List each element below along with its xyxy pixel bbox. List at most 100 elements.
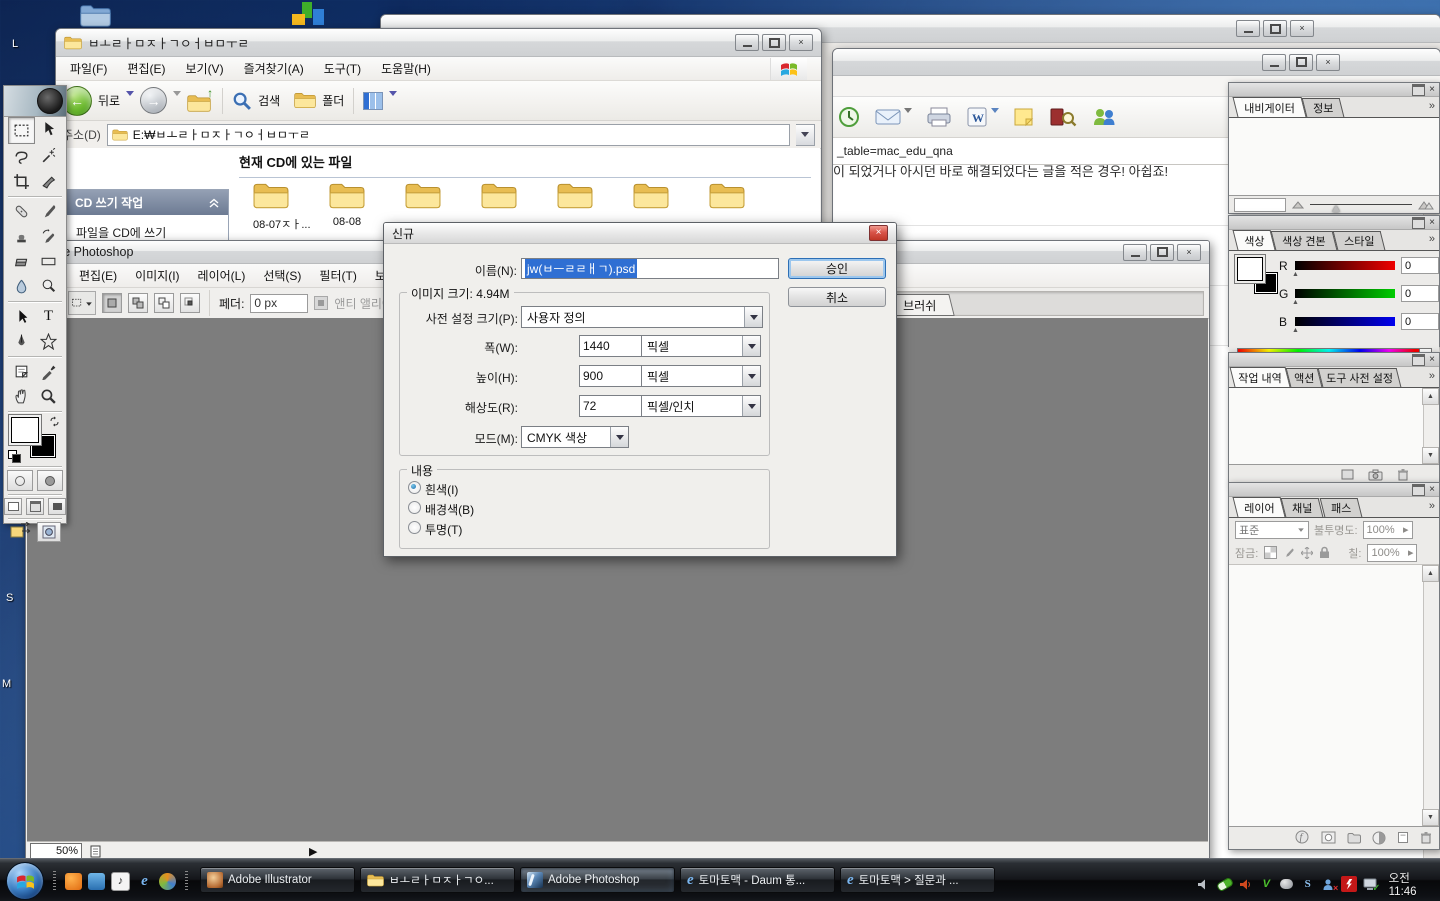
taskbar-button-ie1[interactable]: e 토마토맥 - Daum 통...: [680, 867, 835, 893]
chevron-down-icon[interactable]: [744, 307, 762, 327]
quick-launch-handle[interactable]: [53, 871, 56, 891]
palette-menu-icon[interactable]: »: [1429, 233, 1435, 245]
scrollbar[interactable]: ▲ ▼: [1423, 565, 1439, 826]
mail-button[interactable]: [875, 107, 912, 127]
pc-status-icon[interactable]: ✓: [1362, 876, 1378, 892]
palette-titlebar[interactable]: ×: [1229, 216, 1439, 230]
red-slider[interactable]: ▲: [1295, 261, 1395, 270]
minimize-button[interactable]: [1123, 244, 1147, 261]
spinner-icon[interactable]: ▸: [1403, 523, 1409, 536]
status-expand-icon[interactable]: ▶: [309, 845, 317, 858]
tab-history[interactable]: 작업 내역: [1230, 367, 1291, 387]
palette-titlebar[interactable]: ×: [1229, 483, 1439, 497]
palette-menu-icon[interactable]: »: [1429, 370, 1435, 382]
menu-tools[interactable]: 도구(T): [324, 60, 361, 77]
blur-tool[interactable]: [8, 274, 35, 299]
minimize-button[interactable]: [1236, 20, 1260, 37]
background-color-radio[interactable]: [408, 501, 421, 514]
green-value[interactable]: 0: [1401, 285, 1439, 302]
close-icon[interactable]: ×: [1316, 54, 1340, 71]
folders-icon[interactable]: [294, 92, 316, 109]
new-document-from-state-icon[interactable]: [1341, 469, 1354, 480]
tab-layers[interactable]: 레이어: [1233, 497, 1286, 517]
address-dropdown-button[interactable]: [796, 124, 815, 146]
taskbar-clock[interactable]: 오전 11:46: [1389, 870, 1440, 898]
adjustment-layer-icon[interactable]: [1372, 831, 1386, 845]
maximize-button[interactable]: [1289, 54, 1313, 71]
clone-stamp-tool[interactable]: [8, 224, 35, 249]
intersect-selection-button[interactable]: [180, 293, 200, 313]
music-player-icon[interactable]: ♪: [111, 872, 130, 891]
palette-titlebar[interactable]: ×: [1229, 83, 1439, 97]
width-input[interactable]: 1440: [579, 335, 642, 357]
close-icon[interactable]: ×: [1429, 218, 1435, 228]
edit-in-imageready-button[interactable]: [9, 522, 33, 541]
lock-move-icon[interactable]: [1301, 547, 1313, 559]
document-info-icon[interactable]: [90, 845, 101, 858]
history-brush-tool[interactable]: [35, 224, 62, 249]
taskbar-button-folder[interactable]: ㅂㅗㄹㅏㅁㅈㅏㄱㅇ...: [360, 867, 515, 893]
mode-dropdown[interactable]: CMYK 색상: [521, 426, 629, 448]
taskbar-button-photoshop[interactable]: Adobe Photoshop: [520, 867, 675, 893]
menu-select[interactable]: 선택(S): [263, 267, 301, 284]
gradient-tool[interactable]: [35, 249, 62, 274]
slider-thumb[interactable]: ▲: [1292, 327, 1299, 334]
screen-mode-full-button[interactable]: [48, 498, 66, 515]
transparent-radio-label[interactable]: 투명(T): [425, 521, 462, 538]
zoom-out-icon[interactable]: [1292, 200, 1304, 209]
crop-tool[interactable]: [8, 169, 35, 194]
height-unit-dropdown[interactable]: 픽셀: [641, 365, 761, 387]
layer-group-icon[interactable]: [1347, 832, 1361, 844]
screen-mode-fullbar-button[interactable]: [26, 498, 44, 515]
zoom-in-icon[interactable]: [1418, 199, 1434, 210]
scroll-up-icon[interactable]: ▲: [1422, 565, 1439, 582]
alert-lightning-icon[interactable]: [1341, 876, 1357, 892]
address-input[interactable]: E:₩ㅂㅗㄹㅏㅁㅈㅏㄱㅇㅓㅂㅁㅜㄹ: [107, 124, 790, 146]
desktop-folder-icon[interactable]: [78, 4, 113, 28]
zoom-level-field[interactable]: 50%: [30, 843, 82, 859]
ok-button[interactable]: 승인: [788, 258, 886, 279]
subtract-selection-button[interactable]: [154, 293, 174, 313]
navigator-zoom-slider[interactable]: [1310, 199, 1412, 211]
close-icon[interactable]: ×: [1177, 244, 1201, 261]
tab-info[interactable]: 정보: [1301, 98, 1344, 117]
navigator-zoom-field[interactable]: [1234, 198, 1286, 212]
forward-button[interactable]: →: [140, 87, 167, 114]
menu-filter[interactable]: 필터(T): [319, 267, 356, 284]
move-tool[interactable]: [35, 117, 62, 142]
healing-brush-tool[interactable]: [8, 199, 35, 224]
folder-item[interactable]: 08-07ㅈㅏ...: [253, 182, 289, 232]
menu-edit[interactable]: 편집(E): [79, 267, 117, 284]
fill-field[interactable]: 100% ▸: [1367, 544, 1417, 562]
blue-slider[interactable]: ▲: [1295, 317, 1395, 326]
width-unit-dropdown[interactable]: 픽셀: [641, 335, 761, 357]
antialias-checkbox[interactable]: [314, 296, 328, 310]
trash-icon[interactable]: [1420, 831, 1432, 844]
chevron-down-icon[interactable]: [742, 366, 760, 386]
research-icon[interactable]: [1049, 106, 1077, 128]
close-icon[interactable]: ×: [869, 225, 888, 241]
wmp-icon[interactable]: [159, 873, 176, 890]
notes-tool[interactable]: [8, 359, 35, 384]
menu-favorites[interactable]: 즐겨찾기(A): [244, 60, 304, 77]
explorer-titlebar[interactable]: ㅂㅗㄹㅏㅁㅈㅏㄱㅇㅓㅂㅁㅜㄹ ×: [56, 29, 821, 57]
slice-tool[interactable]: [35, 169, 62, 194]
add-selection-button[interactable]: [128, 293, 148, 313]
white-radio[interactable]: [408, 481, 421, 494]
chevron-down-icon[interactable]: [610, 427, 628, 447]
up-button[interactable]: ↑: [187, 89, 213, 113]
ie-icon[interactable]: e: [136, 873, 153, 890]
marquee-tool[interactable]: [8, 117, 35, 144]
tab-channels[interactable]: 채널: [1281, 498, 1324, 517]
volume-icon[interactable]: [1196, 876, 1212, 892]
type-tool[interactable]: T: [35, 304, 62, 329]
preset-dropdown[interactable]: 사용자 정의: [521, 306, 763, 328]
folder-item[interactable]: 08-08: [329, 182, 365, 232]
desktop-blocks-icon[interactable]: [292, 2, 330, 27]
chevron-down-icon[interactable]: [126, 96, 134, 105]
shape-tool[interactable]: [35, 329, 62, 354]
menu-view[interactable]: 보기(V): [185, 60, 223, 77]
close-icon[interactable]: ×: [1429, 485, 1435, 495]
scrollbar[interactable]: ▲ ▼: [1423, 388, 1439, 464]
tab-actions[interactable]: 액션: [1285, 368, 1322, 387]
